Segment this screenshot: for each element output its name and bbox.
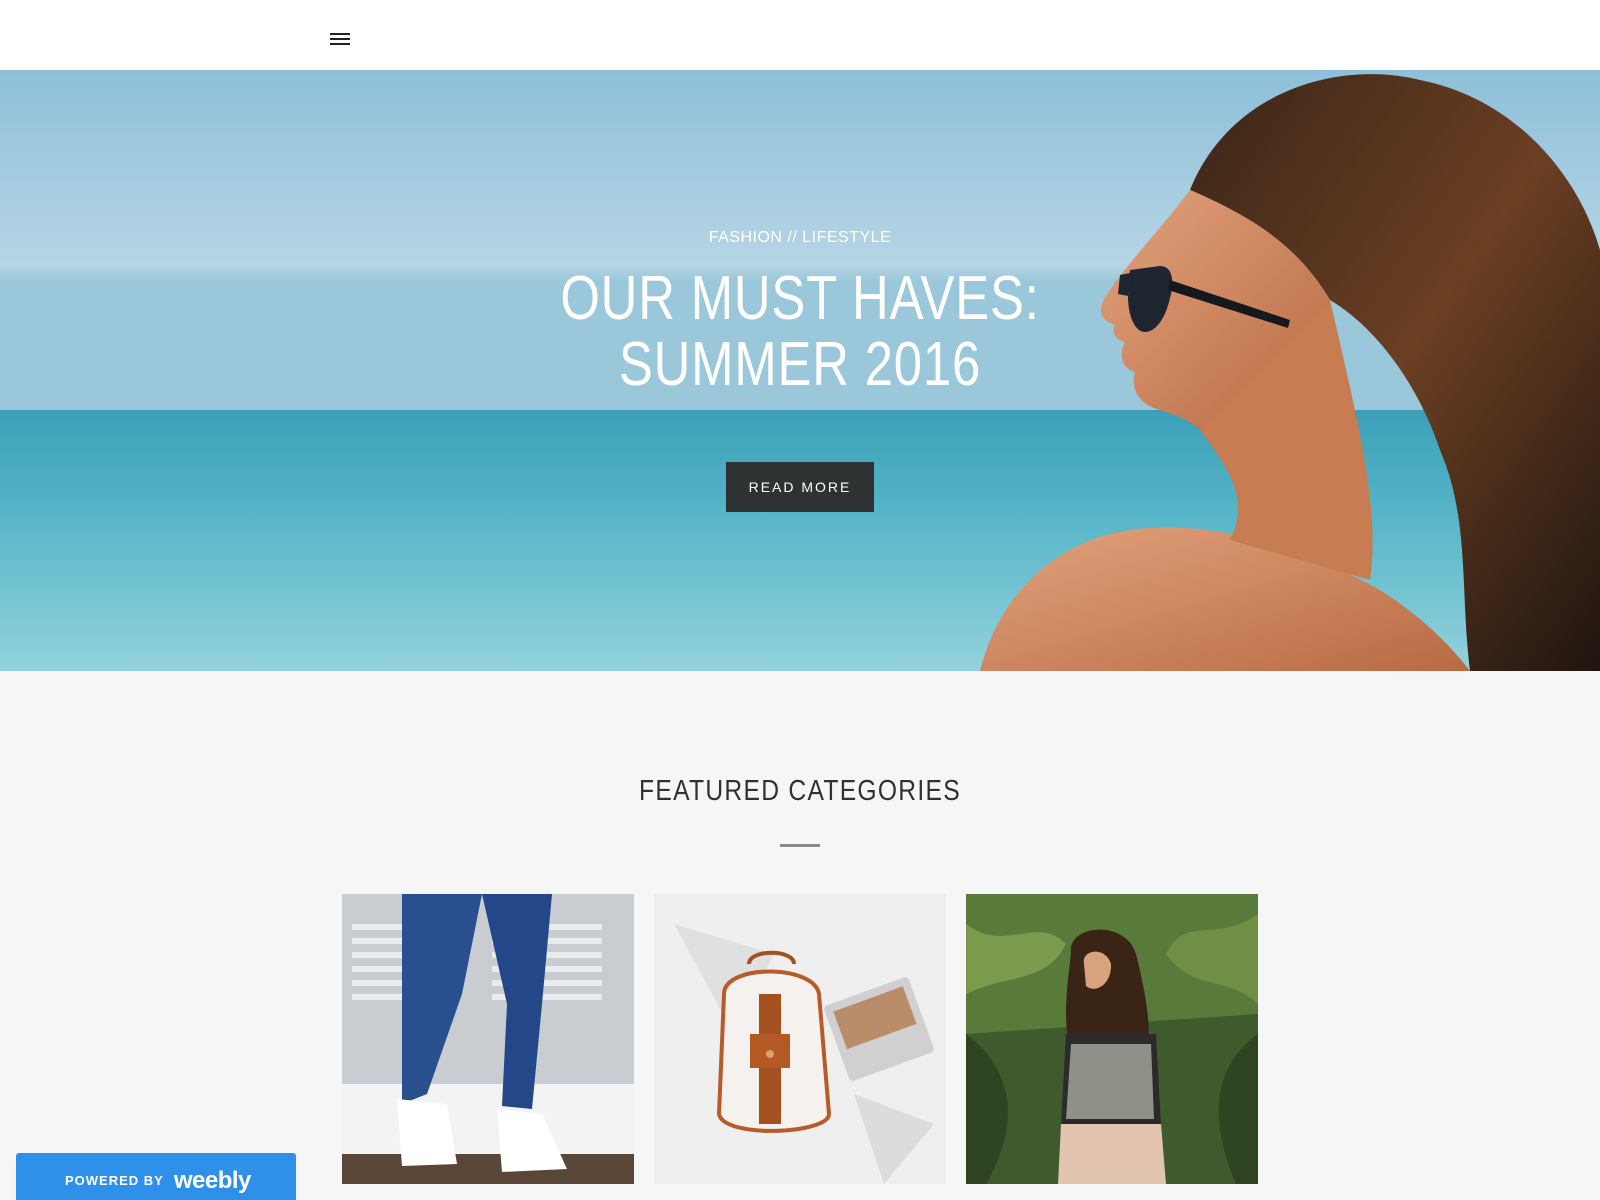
hero-title: OUR MUST HAVES: SUMMER 2016: [144, 266, 1456, 398]
category-card-lifestyle[interactable]: [966, 894, 1258, 1184]
hero-banner: FASHION // LIFESTYLE OUR MUST HAVES: SUM…: [0, 70, 1600, 671]
featured-categories-heading: FEATURED CATEGORIES: [639, 775, 961, 807]
jeans-and-sneakers-photo: [342, 894, 634, 1184]
hamburger-menu-icon[interactable]: [330, 31, 352, 47]
hero-title-line-1: OUR MUST HAVES:: [560, 264, 1040, 333]
heading-divider: [780, 844, 820, 847]
weebly-logo: weebly: [173, 1167, 252, 1194]
read-more-button[interactable]: READ MORE: [726, 462, 874, 512]
page: FASHION // LIFESTYLE OUR MUST HAVES: SUM…: [0, 0, 1600, 1200]
woman-in-jungle-photo: [966, 894, 1258, 1184]
site-header: [0, 0, 1600, 70]
hero-title-line-2: SUMMER 2016: [618, 330, 982, 399]
powered-by-label: POWERED BY: [65, 1173, 164, 1188]
hero-subtitle: FASHION // LIFESTYLE: [708, 229, 892, 246]
powered-by-weebly-badge[interactable]: POWERED BY weebly: [16, 1153, 296, 1200]
backpack-and-magazine-photo: [654, 894, 946, 1184]
category-card-accessories[interactable]: [654, 894, 946, 1184]
category-card-jeans[interactable]: [342, 894, 634, 1184]
